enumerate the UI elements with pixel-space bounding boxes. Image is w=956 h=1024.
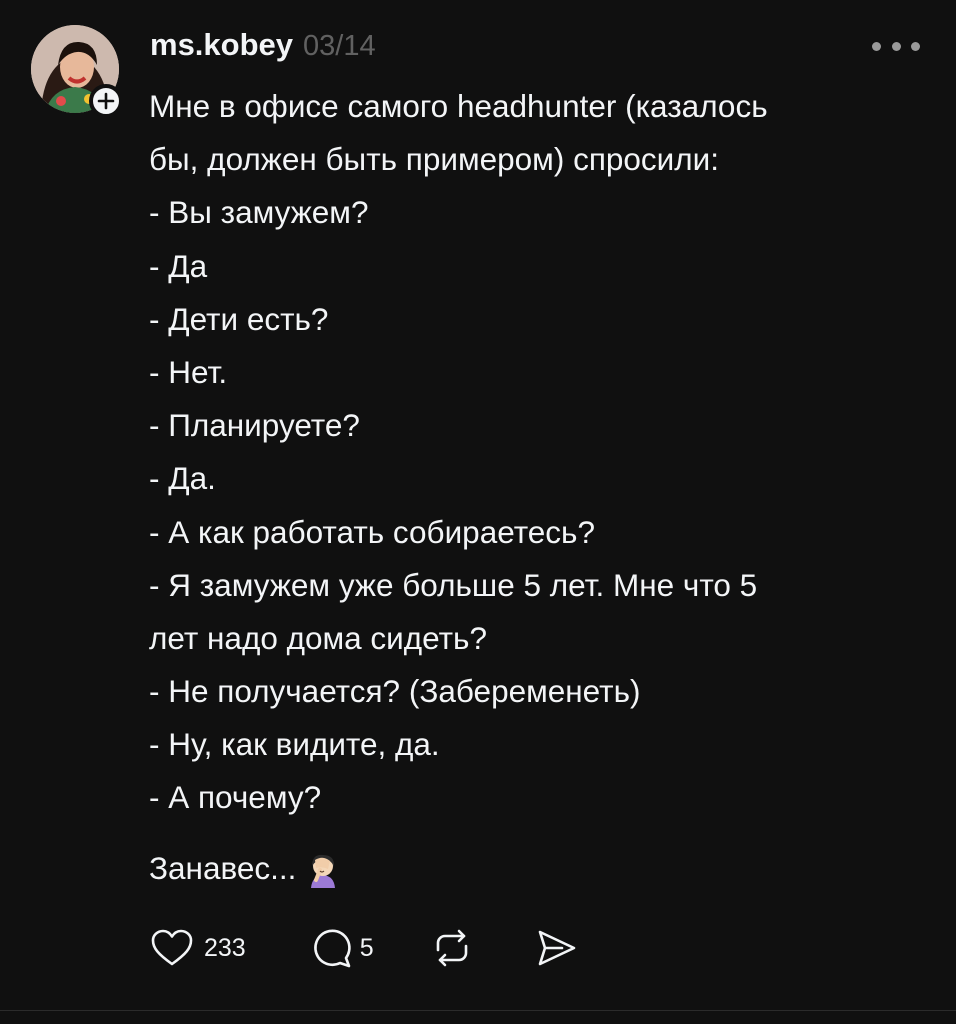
post-text-line: - Нет. <box>149 353 228 390</box>
plus-icon <box>97 92 115 110</box>
heart-icon <box>151 929 193 966</box>
like-button[interactable] <box>150 928 194 968</box>
post-text-line: - А почему? <box>149 779 322 816</box>
post-text-line: лет надо дома сидеть? <box>149 619 487 656</box>
post-divider <box>0 1010 956 1011</box>
reply-count: 5 <box>359 933 374 962</box>
closing-line: Занавес... <box>149 842 340 895</box>
post-text-line: - Да. <box>149 460 216 497</box>
post-text-line: - Вы замужем? <box>149 194 369 231</box>
more-dots-icon <box>891 41 901 51</box>
reply-button[interactable] <box>310 927 352 969</box>
send-icon <box>538 930 575 966</box>
post-text-line: - Я замужем уже больше 5 лет. Мне что 5 <box>149 566 758 603</box>
username-link[interactable]: ms.kobey <box>150 27 293 63</box>
post-text-line: бы, должен быть примером) спросили: <box>149 141 719 178</box>
post-actions: 233 5 <box>150 926 578 970</box>
comment-icon <box>313 929 351 968</box>
post-text-line: - Да <box>149 247 208 284</box>
share-button[interactable] <box>534 928 578 968</box>
more-dots-icon <box>872 41 881 51</box>
post-header: ms.kobey 03/14 <box>150 27 376 71</box>
closing-text: Занавес... <box>149 850 297 886</box>
more-options-button[interactable] <box>872 36 920 56</box>
post-text-line: - Дети есть? <box>149 300 329 337</box>
post-text-line: - Ну, как видите, да. <box>149 726 440 763</box>
like-count: 233 <box>204 933 246 962</box>
post-text-line: - Не получается? (Забеременеть) <box>149 673 641 710</box>
more-dots-icon <box>911 41 920 51</box>
face-palm-emoji-icon <box>306 851 340 888</box>
repost-icon <box>436 929 467 967</box>
post-text-line: Мне в офисе самого headhunter (казалось <box>149 88 768 124</box>
post-text-line: - А как работать собираетесь? <box>149 513 595 550</box>
repost-button[interactable] <box>430 928 474 968</box>
post-body: Мне в офисе самого headhunter (казалось … <box>149 80 919 825</box>
thread-post: ms.kobey 03/14 Мне в офисе самого headhu… <box>0 0 956 1024</box>
follow-button[interactable] <box>89 84 123 118</box>
post-text-line: - Планируете? <box>149 407 360 444</box>
post-timestamp: 03/14 <box>303 30 376 62</box>
